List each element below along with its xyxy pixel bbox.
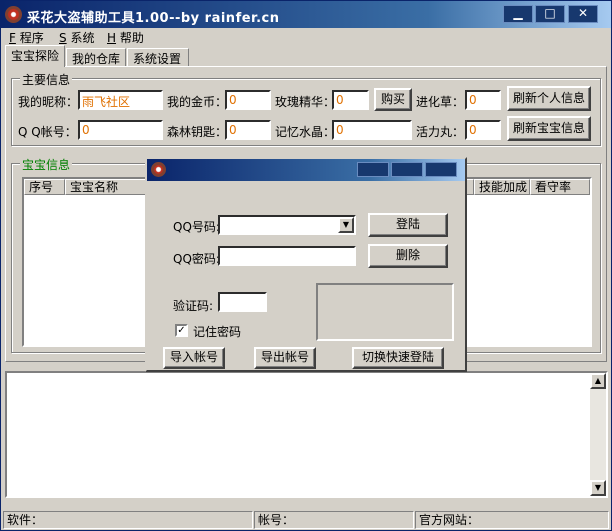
memory-crystal-field[interactable]: 0 bbox=[332, 120, 412, 140]
log-scrollbar[interactable]: ▲ ▼ bbox=[590, 373, 606, 496]
status-account: 帐号： bbox=[254, 511, 414, 529]
main-info-legend: 主要信息 bbox=[20, 71, 73, 88]
tab-my-warehouse[interactable]: 我的仓库 bbox=[66, 48, 126, 67]
dialog-maximize-button[interactable] bbox=[391, 162, 423, 177]
scroll-up-icon[interactable]: ▲ bbox=[590, 373, 606, 389]
dialog-password-field[interactable] bbox=[218, 246, 356, 266]
window-title: 采花大盗辅助工具1.00--by rainfer.cn bbox=[27, 11, 280, 26]
delete-button[interactable]: 删除 bbox=[368, 244, 448, 268]
dialog-password-label: QQ密码: bbox=[173, 252, 220, 266]
dialog-close-button[interactable] bbox=[425, 162, 457, 177]
maximize-button[interactable]: □ bbox=[535, 5, 565, 23]
menu-program[interactable]: F 程序 bbox=[9, 29, 44, 46]
close-button[interactable]: ✕ bbox=[568, 5, 598, 23]
main-info-group: 主要信息 我的昵称： 雨飞社区 我的金币： 0 玫瑰精华： 0 购买 进化草： … bbox=[11, 71, 601, 146]
menu-bar: F 程序 S 系统 H 帮助 bbox=[3, 28, 609, 46]
pet-info-legend: 宝宝信息 bbox=[20, 156, 73, 173]
nickname-field[interactable]: 雨飞社区 bbox=[78, 90, 163, 110]
menu-program-label: 程序 bbox=[15, 31, 44, 45]
forest-key-field[interactable]: 0 bbox=[225, 120, 271, 140]
rose-essence-label: 玫瑰精华： bbox=[275, 95, 336, 109]
gold-field[interactable]: 0 bbox=[225, 90, 271, 110]
forest-key-label: 森林钥匙： bbox=[167, 125, 228, 139]
vitality-pill-label: 活力丸： bbox=[416, 125, 465, 139]
menu-system[interactable]: S 系统 bbox=[59, 29, 94, 46]
qq-account-label: Q Q帐号： bbox=[18, 125, 77, 139]
menu-help[interactable]: H 帮助 bbox=[107, 29, 144, 46]
tab-system-settings[interactable]: 系统设置 bbox=[127, 48, 189, 67]
herb-label: 进化草： bbox=[416, 95, 465, 109]
column-header-guard-rate[interactable]: 看守率 bbox=[530, 179, 590, 195]
nickname-label: 我的昵称： bbox=[18, 95, 79, 109]
herb-field[interactable]: 0 bbox=[465, 90, 501, 110]
app-icon bbox=[5, 6, 22, 23]
dialog-qq-combobox[interactable]: ▼ bbox=[218, 215, 356, 235]
menu-help-accel: H bbox=[107, 31, 117, 45]
export-accounts-button[interactable]: 导出帐号 bbox=[254, 347, 316, 369]
dialog-captcha-label: 验证码: bbox=[173, 299, 214, 313]
rose-essence-field[interactable]: 0 bbox=[332, 90, 369, 110]
menu-system-accel: S bbox=[59, 31, 67, 45]
dialog-captcha-field[interactable] bbox=[218, 292, 267, 312]
login-button[interactable]: 登陆 bbox=[368, 213, 448, 237]
minimize-button[interactable]: ▁ bbox=[503, 5, 533, 23]
menu-help-label: 帮助 bbox=[116, 31, 144, 45]
dialog-app-icon bbox=[151, 162, 166, 177]
switch-quick-login-button[interactable]: 切换快速登陆 bbox=[352, 347, 444, 369]
import-accounts-button[interactable]: 导入帐号 bbox=[163, 347, 225, 369]
refresh-personal-info-button[interactable]: 刷新个人信息 bbox=[507, 86, 591, 111]
status-bar: 软件： 帐号： 官方网站： bbox=[1, 509, 611, 530]
status-website: 官方网站： bbox=[415, 511, 609, 529]
memory-crystal-label: 记忆水晶： bbox=[275, 125, 336, 139]
qq-account-field[interactable]: 0 bbox=[78, 120, 163, 140]
column-header-skill-bonus[interactable]: 技能加成 bbox=[474, 179, 530, 195]
dialog-title-bar[interactable] bbox=[147, 159, 465, 181]
title-bar[interactable]: 采花大盗辅助工具1.00--by rainfer.cn ▁ □ ✕ bbox=[1, 1, 611, 28]
remember-password-label[interactable]: 记住密码 bbox=[193, 323, 241, 340]
column-header-index[interactable]: 序号 bbox=[24, 179, 65, 195]
dialog-minimize-button[interactable] bbox=[357, 162, 389, 177]
dialog-qq-label: QQ号码: bbox=[173, 220, 220, 234]
tab-pet-adventure[interactable]: 宝宝探险 bbox=[5, 45, 65, 67]
remember-password-checkbox[interactable]: ✓ bbox=[175, 324, 188, 337]
login-dialog: QQ号码: ▼ 登陆 QQ密码: 删除 验证码: ✓ 记住密码 导入帐号 导出帐… bbox=[145, 157, 467, 372]
refresh-pet-info-button[interactable]: 刷新宝宝信息 bbox=[507, 116, 591, 141]
menu-system-label: 系统 bbox=[66, 31, 95, 45]
status-software: 软件： bbox=[3, 511, 253, 529]
menu-program-accel: F bbox=[9, 31, 16, 45]
dropdown-arrow-icon[interactable]: ▼ bbox=[338, 217, 354, 233]
gold-label: 我的金币： bbox=[167, 95, 228, 109]
captcha-image[interactable] bbox=[316, 283, 454, 341]
scroll-down-icon[interactable]: ▼ bbox=[590, 480, 606, 496]
buy-button[interactable]: 购买 bbox=[374, 88, 412, 111]
vitality-pill-field[interactable]: 0 bbox=[465, 120, 501, 140]
log-textarea[interactable]: ▲ ▼ bbox=[5, 371, 608, 498]
